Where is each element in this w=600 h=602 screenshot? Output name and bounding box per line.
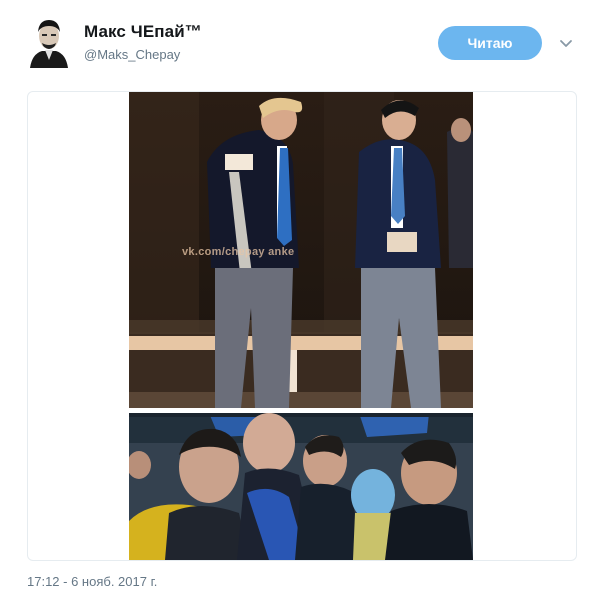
avatar[interactable]	[28, 16, 70, 68]
chevron-down-icon	[560, 40, 572, 47]
photo-bottom[interactable]	[129, 413, 473, 560]
photo-bottom-image	[129, 413, 473, 560]
follow-button[interactable]: Читаю	[438, 26, 542, 60]
display-name[interactable]: Макс ЧЕпай™	[84, 22, 202, 42]
name-block: Макс ЧЕпай™ @Maks_Chepay	[84, 22, 202, 62]
tweet-timestamp[interactable]: 17:12 - 6 нояб. 2017 г.	[27, 574, 157, 589]
avatar-portrait-icon	[28, 16, 70, 68]
tweet-header: Макс ЧЕпай™ @Maks_Chepay Читаю	[0, 0, 600, 90]
photo-top[interactable]	[129, 92, 473, 408]
photo-top-image	[129, 92, 473, 408]
photo-watermark: vk.com/chepay anke	[182, 246, 295, 258]
tweet-menu-button[interactable]	[558, 36, 574, 52]
user-handle[interactable]: @Maks_Chepay	[84, 47, 202, 62]
